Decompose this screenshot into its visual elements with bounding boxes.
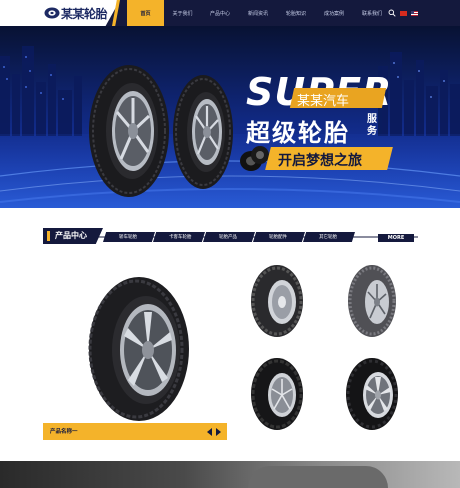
nav-item-home[interactable]: 首页 bbox=[127, 0, 164, 26]
more-button[interactable]: MORE bbox=[378, 234, 414, 242]
product-thumb-4[interactable] bbox=[344, 357, 400, 431]
nav-item-about[interactable]: 关于我们 bbox=[164, 0, 201, 26]
banner-slogan: 开启梦想之旅 bbox=[278, 153, 362, 169]
hero-banner[interactable]: SUPER 某某汽车 超级轮胎 服务 开启梦想之旅 bbox=[0, 26, 460, 208]
category-tab-accessories[interactable]: 轮胎配件 bbox=[253, 232, 305, 242]
category-tab-other[interactable]: 其它轮胎 bbox=[303, 232, 355, 242]
tire-large-image bbox=[89, 65, 169, 197]
category-tab-truck[interactable]: 卡客车轮胎 bbox=[153, 232, 205, 242]
section-title: 产品中心 bbox=[55, 231, 87, 240]
featured-tire-image[interactable] bbox=[88, 276, 190, 422]
flag-en-icon[interactable] bbox=[411, 10, 418, 16]
category-tab-products[interactable]: 轮胎产品 bbox=[203, 232, 255, 242]
logo-text: 某某轮胎 bbox=[61, 7, 108, 21]
product-thumb-3[interactable] bbox=[249, 357, 305, 431]
section-title-accent bbox=[47, 231, 50, 241]
product-thumb-1[interactable] bbox=[249, 264, 305, 338]
tire-small-image bbox=[173, 75, 233, 189]
logo[interactable]: 某某轮胎 bbox=[0, 0, 120, 26]
flag-cn-icon[interactable] bbox=[400, 10, 407, 16]
nav-item-contact[interactable]: 联系我们 bbox=[353, 0, 391, 26]
category-tab-car[interactable]: 轿车轮胎 bbox=[103, 232, 155, 242]
featured-caption: 产品名称一 bbox=[50, 429, 78, 435]
header: 某某轮胎 首页 关于我们 产品中心 新闻资讯 轮胎知识 成功案例 联系我们 bbox=[0, 0, 460, 26]
page: 某某轮胎 首页 关于我们 产品中心 新闻资讯 轮胎知识 成功案例 联系我们 某某… bbox=[0, 0, 460, 488]
nav-item-news[interactable]: 新闻资讯 bbox=[239, 0, 277, 26]
banner-tag-text: 某某汽车 bbox=[297, 94, 350, 109]
logo-icon bbox=[44, 7, 60, 19]
nav-item-products[interactable]: 产品中心 bbox=[201, 0, 239, 26]
car-silhouette-image bbox=[248, 466, 388, 488]
header-tools bbox=[388, 9, 418, 17]
next-arrow-icon[interactable] bbox=[216, 428, 221, 436]
main-nav: 首页 关于我们 产品中心 新闻资讯 轮胎知识 成功案例 联系我们 bbox=[127, 0, 391, 26]
search-icon[interactable] bbox=[388, 9, 396, 17]
nav-item-cases[interactable]: 成功案例 bbox=[315, 0, 353, 26]
banner-service-word: 服务 bbox=[367, 114, 377, 137]
next-section-banner bbox=[0, 461, 460, 488]
prev-arrow-icon[interactable] bbox=[207, 428, 212, 436]
nav-item-knowledge[interactable]: 轮胎知识 bbox=[277, 0, 315, 26]
product-thumb-2[interactable] bbox=[344, 264, 400, 338]
